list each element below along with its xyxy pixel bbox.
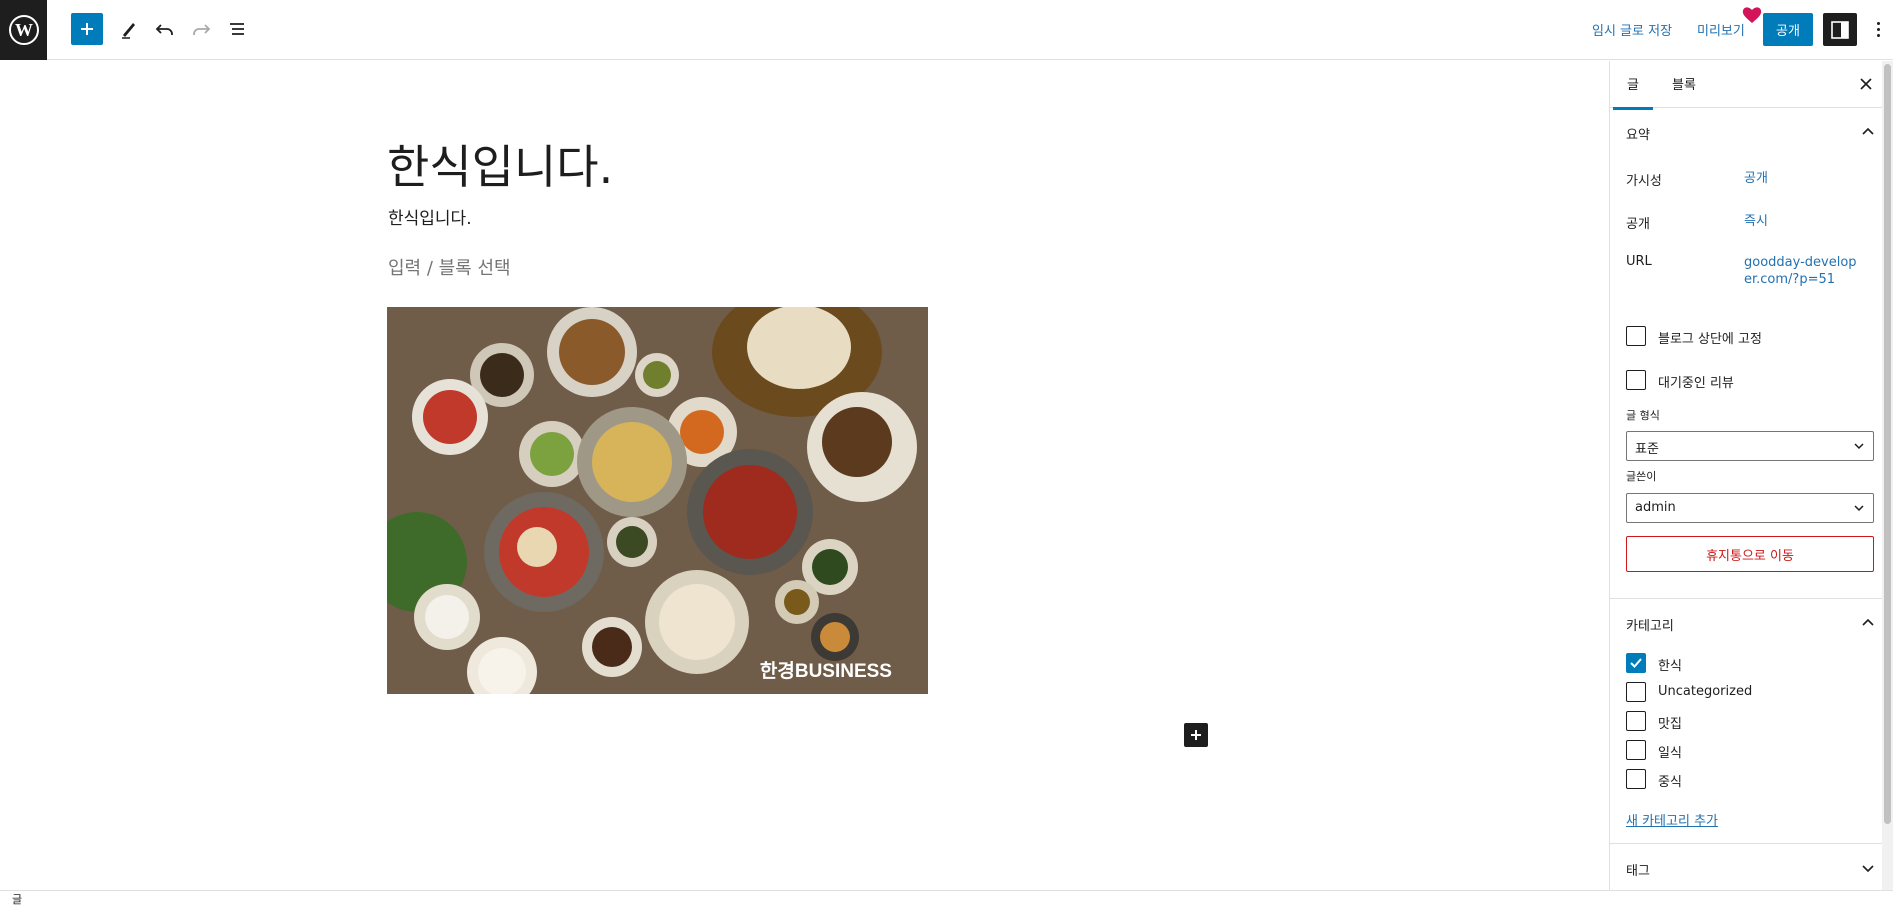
tools-button[interactable]	[113, 13, 145, 45]
categories-title: 카테고리	[1626, 619, 1674, 634]
image-watermark: 한경BUSINESS	[760, 660, 892, 682]
category-label: 일식	[1658, 746, 1682, 761]
breadcrumb[interactable]: 글	[12, 893, 22, 906]
plus-icon	[1191, 730, 1201, 740]
summary-panel-header[interactable]: 요약	[1610, 108, 1893, 156]
inline-inserter-button[interactable]	[1184, 723, 1208, 747]
pencil-icon	[122, 23, 135, 39]
close-icon	[1860, 78, 1872, 90]
sidebar-tabs: 글 블록	[1610, 61, 1893, 110]
pending-review-checkbox[interactable]	[1626, 370, 1646, 390]
korean-food-photo: 한경BUSINESS	[387, 307, 928, 694]
pending-review-label: 대기중인 리뷰	[1658, 376, 1734, 391]
category-checkbox-ilsik[interactable]	[1626, 740, 1646, 760]
checkmark-icon	[1630, 658, 1642, 668]
wordpress-icon: W	[8, 15, 39, 45]
category-label: Uncategorized	[1658, 684, 1753, 699]
chevron-up-icon	[1862, 127, 1874, 135]
visibility-toggle[interactable]: 공개	[1744, 170, 1859, 187]
undo-button[interactable]	[149, 13, 181, 45]
editor-footer: 글	[0, 890, 1893, 906]
tab-post[interactable]: 글	[1613, 74, 1653, 110]
chevron-down-icon	[1854, 443, 1864, 450]
svg-text:W: W	[15, 20, 33, 40]
chevron-down-icon	[1854, 505, 1864, 512]
block-appender-placeholder[interactable]: 입력 / 블록 선택	[388, 254, 511, 280]
post-format-label: 글 형식	[1626, 409, 1660, 422]
author-value: admin	[1635, 500, 1676, 515]
category-checkbox-jungsik[interactable]	[1626, 769, 1646, 789]
author-select[interactable]: admin	[1626, 493, 1874, 523]
redo-icon	[193, 24, 211, 35]
publish-date-toggle[interactable]: 즉시	[1744, 213, 1859, 230]
tab-block[interactable]: 블록	[1672, 74, 1696, 93]
category-checkbox-uncategorized[interactable]	[1626, 682, 1646, 702]
tags-title: 태그	[1626, 864, 1650, 879]
document-overview-button[interactable]	[221, 13, 253, 45]
add-new-category-link[interactable]: 새 카테고리 추가	[1626, 810, 1718, 829]
publish-button[interactable]: 공개	[1763, 13, 1813, 46]
post-format-value: 표준	[1635, 442, 1659, 457]
list-view-icon	[230, 23, 244, 35]
chevron-up-icon	[1862, 618, 1874, 626]
category-label: 중식	[1658, 775, 1682, 790]
post-title[interactable]: 한식입니다.	[387, 131, 613, 197]
more-options-button[interactable]	[1870, 17, 1886, 41]
sticky-label: 블로그 상단에 고정	[1658, 332, 1762, 347]
category-label: 한식	[1658, 659, 1682, 674]
settings-toggle-button[interactable]	[1823, 13, 1857, 46]
sidebar-icon	[1831, 20, 1849, 39]
image-block[interactable]: 한경BUSINESS	[387, 307, 928, 694]
dot-icon	[1876, 27, 1880, 31]
url-link[interactable]: goodday-developer.com/?p=51	[1744, 254, 1859, 288]
category-checkbox-hansik[interactable]	[1626, 653, 1646, 673]
publish-label: 공개	[1626, 217, 1650, 232]
category-label: 맛집	[1658, 717, 1682, 732]
visibility-label: 가시성	[1626, 174, 1662, 189]
preview-button[interactable]: 미리보기	[1697, 20, 1745, 39]
editor-canvas: 한식입니다. 한식입니다. 입력 / 블록 선택 한경BUSINESS	[0, 61, 1609, 890]
url-label: URL	[1626, 254, 1652, 269]
editor-header: W 임시 글로 저장 미리보기 공개	[0, 0, 1893, 60]
settings-sidebar: 글 블록 요약 가시성 공개 공개 즉시 URL goodday-develop…	[1609, 61, 1893, 890]
tags-panel-header[interactable]: 태그	[1610, 844, 1893, 892]
save-draft-button[interactable]: 임시 글로 저장	[1592, 20, 1672, 39]
add-block-button[interactable]	[71, 13, 103, 45]
close-sidebar-button[interactable]	[1854, 72, 1878, 96]
chevron-down-icon	[1862, 865, 1874, 873]
redo-button[interactable]	[185, 13, 217, 45]
post-format-select[interactable]: 표준	[1626, 431, 1874, 461]
sticky-checkbox[interactable]	[1626, 326, 1646, 346]
plus-icon	[81, 23, 93, 35]
summary-panel: 요약 가시성 공개 공개 즉시 URL goodday-developer.co…	[1610, 108, 1893, 599]
move-to-trash-button[interactable]: 휴지통으로 이동	[1626, 536, 1874, 572]
sidebar-scrollbar-thumb[interactable]	[1884, 64, 1891, 824]
paragraph-block[interactable]: 한식입니다.	[388, 204, 472, 229]
heart-icon	[1742, 7, 1762, 24]
dot-icon	[1876, 33, 1880, 37]
undo-icon	[155, 24, 173, 35]
category-checkbox-matjip[interactable]	[1626, 711, 1646, 731]
categories-panel: 카테고리 한식 Uncategorized 맛집 일식 중식 새 카테고리 추가	[1610, 599, 1893, 844]
author-label: 글쓴이	[1626, 470, 1657, 483]
categories-panel-header[interactable]: 카테고리	[1610, 599, 1893, 647]
summary-title: 요약	[1626, 128, 1650, 143]
wordpress-logo-button[interactable]: W	[0, 0, 47, 60]
dot-icon	[1876, 21, 1880, 25]
